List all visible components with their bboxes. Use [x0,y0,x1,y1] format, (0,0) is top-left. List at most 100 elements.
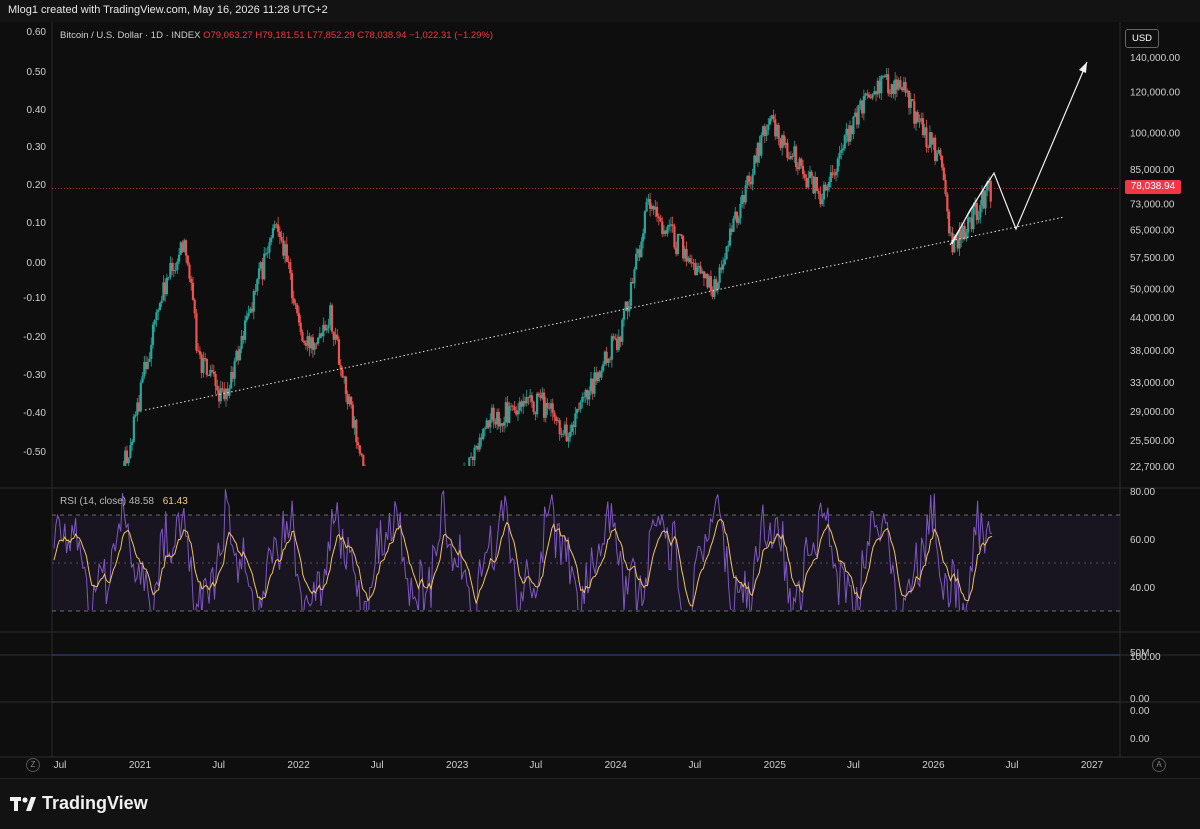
candle [360,453,363,455]
candle [317,337,320,344]
candle [374,509,376,514]
candle [193,299,196,314]
rsi-axis-tick: 80.00 [1130,487,1155,498]
lower-axis-tick: 0.00 [1130,694,1150,705]
candle [68,644,70,660]
left-axis-tick: 0.20 [27,180,47,191]
candle [732,218,735,232]
price-axis-tick: 120,000.00 [1130,88,1180,99]
candle [271,228,275,238]
candle [463,467,465,486]
candle [233,360,236,379]
candle [645,201,648,212]
auto-scale-button[interactable]: A [1152,758,1166,772]
candle [344,376,348,394]
left-axis-tick: -0.40 [23,408,46,419]
candle [210,369,214,372]
candle [301,331,304,342]
candle [768,118,772,125]
candle [387,505,389,516]
candle [767,124,770,130]
candle [461,486,463,487]
candle [205,358,208,375]
candle [718,267,721,283]
candle [772,115,775,120]
rsi-legend[interactable]: RSI (14, close) 48.58 61.43 [60,496,188,507]
candle [801,165,805,175]
candle [794,146,798,168]
candle [110,511,112,514]
candle [786,142,789,158]
candle [942,167,945,180]
candle [198,351,202,355]
candle [460,486,462,487]
candle [74,635,76,641]
candle [313,343,316,350]
candle [478,437,481,450]
candle [803,174,806,178]
candle [473,447,476,460]
candle [918,121,921,123]
candle [290,273,294,299]
left-axis-tick: 0.50 [27,67,47,78]
price-axis-tick: 73,000.00 [1130,199,1175,210]
candle [266,252,269,254]
candle [567,437,570,442]
chart-canvas[interactable]: 0.60 0.50 0.40 0.30 0.20 0.10 0.00 -0.10 -0.20 -0… [0,22,1200,778]
zoom-toggle-button[interactable]: Z [26,758,40,772]
candle [256,279,259,292]
time-axis-tick: 2023 [446,760,469,771]
time-axis-tick: 2025 [764,760,787,771]
candle [278,231,281,238]
price-axis-tick: 22,700.00 [1130,462,1175,473]
candle [739,204,742,219]
candle [899,80,902,88]
candle [838,152,841,159]
candle [666,226,669,234]
currency-button[interactable]: USD [1125,29,1159,48]
candle [151,324,155,345]
tradingview-logo[interactable]: TradingView [10,793,148,814]
time-axis-tick: Jul [688,760,701,771]
candle [268,242,271,253]
candle [177,254,181,262]
chart-area[interactable]: 0.60 0.50 0.40 0.30 0.20 0.10 0.00 -0.10 -0.20 -0… [0,22,1200,778]
candle [72,641,74,657]
time-axis-tick: Jul [529,760,542,771]
candle [760,135,763,156]
candle [940,155,944,168]
candle [297,313,301,323]
candle [65,658,67,662]
candle [725,246,728,260]
candle [270,237,273,243]
candle [612,336,615,338]
ohlc-values: O79,063.27 H79,181.51 L77,852.29 C78,038… [203,30,494,41]
time-axis-tick: Jul [847,760,860,771]
candle [723,259,726,265]
candle [188,264,191,279]
candle [807,178,810,188]
last-price-badge: 78,038.94 [1125,180,1181,194]
candle [709,276,713,292]
symbol-legend[interactable]: Bitcoin / U.S. Dollar · 1D · INDEX O79,0… [60,30,493,41]
candle [489,419,492,428]
left-axis-tick: 0.60 [27,27,47,38]
projection-path [951,61,1088,245]
candle [765,129,768,136]
candle [525,397,528,404]
candle [303,341,306,344]
footer-bar: TradingView [0,778,1200,829]
candle [558,420,561,435]
candle [294,303,297,305]
candle [671,224,674,227]
candle [737,218,740,223]
price-axis-tick: 25,500.00 [1130,436,1175,447]
price-axis-tick: 33,000.00 [1130,378,1175,389]
candle [727,245,730,247]
candle [228,388,231,396]
price-axis-tick: 85,000.00 [1130,165,1175,176]
time-axis-tick: 2024 [605,760,628,771]
candle [238,348,241,361]
candle [635,253,638,270]
candle [810,171,813,177]
